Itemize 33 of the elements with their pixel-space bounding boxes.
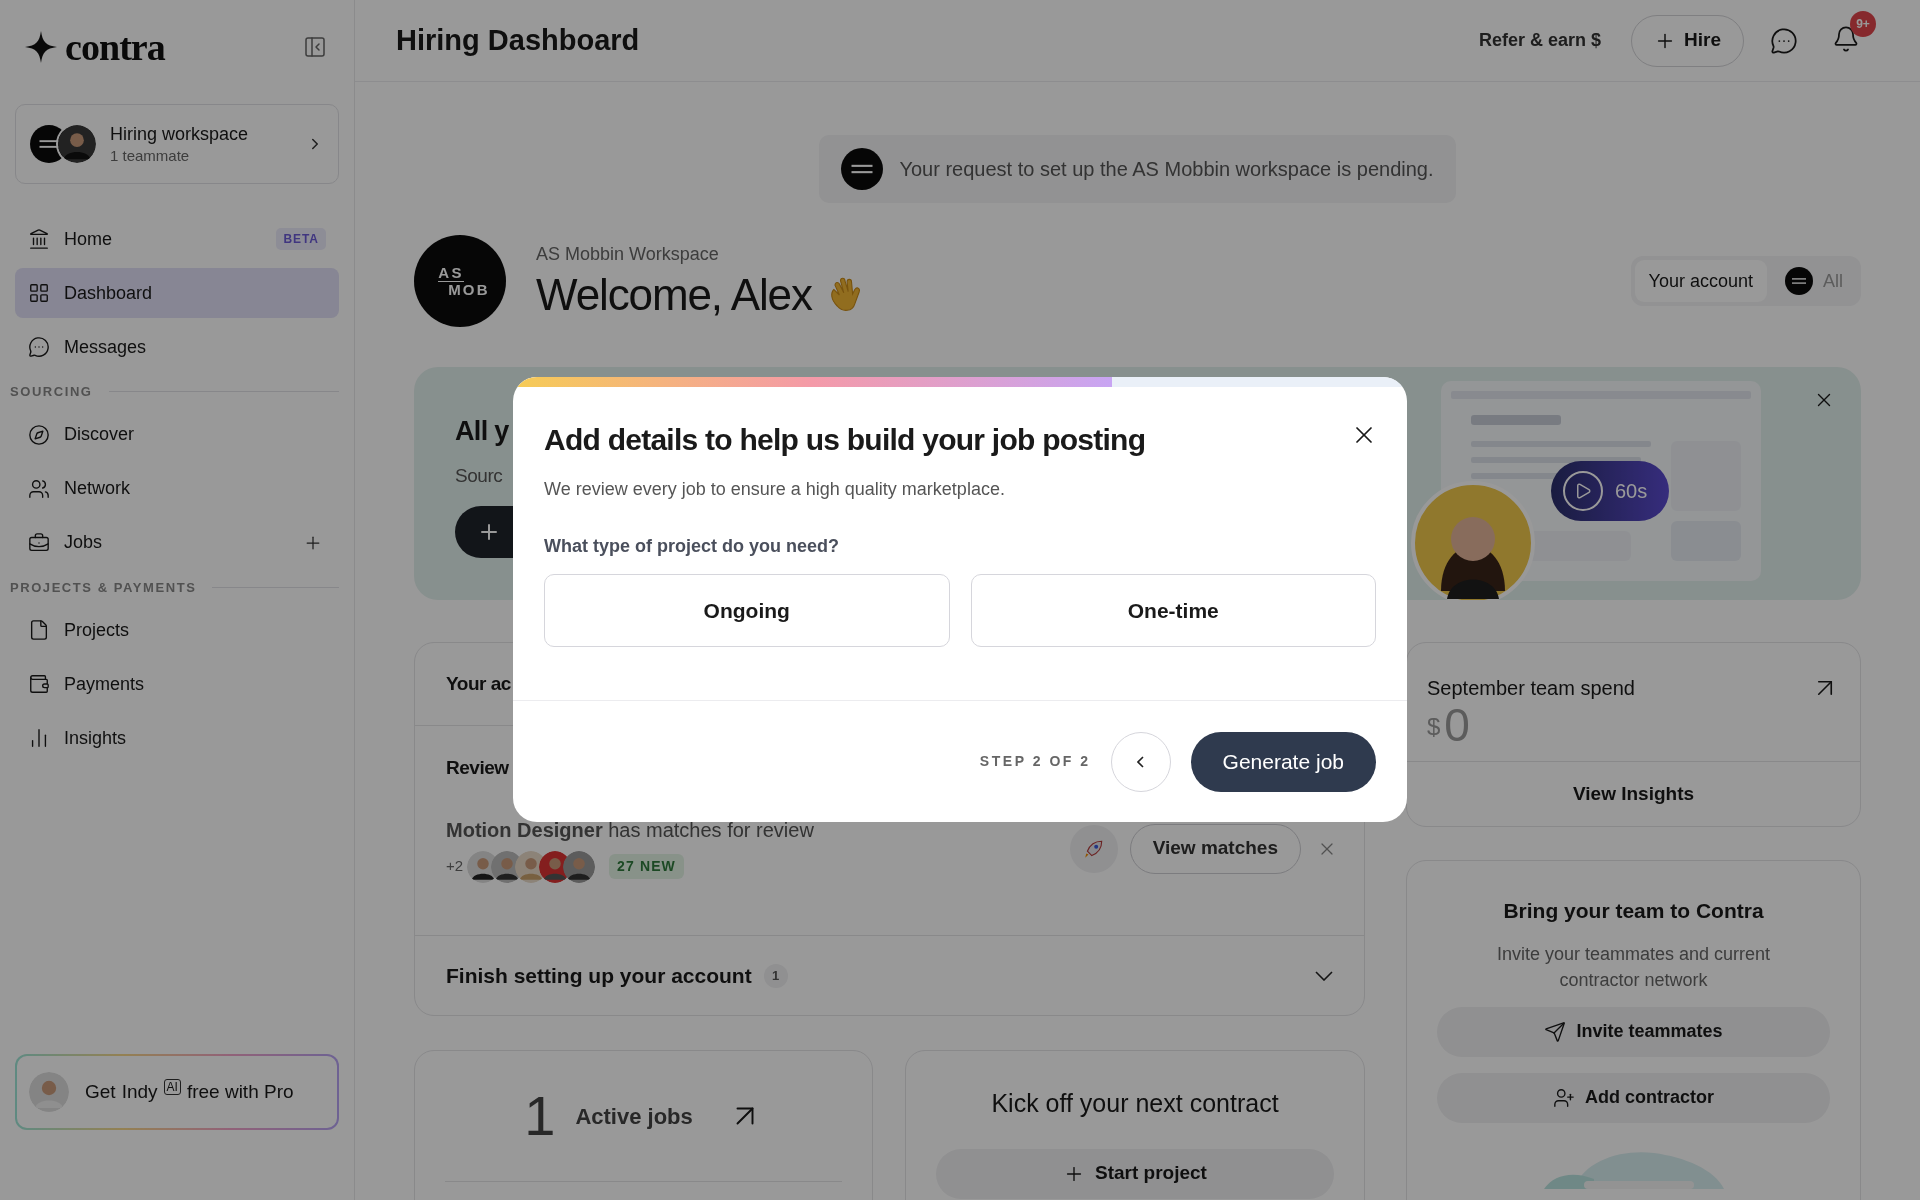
review-heading: Review	[446, 756, 509, 780]
spend-title: September team spend	[1427, 676, 1635, 701]
beta-badge: BETA	[276, 228, 326, 250]
banner-title: All y	[455, 415, 509, 448]
welcome-heading: Welcome, Alex	[536, 268, 812, 321]
page-title: Hiring Dashboard	[396, 22, 640, 58]
workspace-label: AS Mobbin Workspace	[536, 242, 720, 266]
notification-badge: 9+	[1850, 11, 1876, 37]
promo-text: Get Indy AI free with Pro	[85, 1078, 294, 1104]
logo-wordmark: contra	[65, 28, 165, 66]
currency-symbol: $	[1427, 712, 1441, 742]
dialog-subtitle: We review every job to ensure a high quality marketplace.	[544, 478, 1006, 501]
workspace-avatar: AS MOB	[414, 235, 506, 327]
contract-title: Kick off your next contract	[991, 1088, 1279, 1119]
match-text: Motion Designer has matches for review	[446, 817, 814, 843]
section-heading: PROJECTS & PAYMENTS	[10, 578, 197, 597]
step-indicator: STEP 2 OF 2	[979, 752, 1091, 771]
team-title: Bring your team to Contra	[1503, 898, 1764, 924]
section-heading: SOURCING	[10, 383, 93, 401]
dialog-title: Add details to help us build your job posting	[544, 422, 1146, 458]
extra-count: +2	[446, 856, 464, 877]
spend-amount: 0	[1444, 699, 1470, 751]
workspace-members: 1 teammate	[110, 146, 191, 166]
banner-subtitle: Sourc	[455, 463, 503, 488]
count-badge: 1	[763, 963, 788, 988]
active-jobs-count: 1	[524, 1083, 556, 1149]
active-jobs-label: Active jobs	[575, 1102, 693, 1131]
new-badge: 27 NEW	[609, 854, 684, 879]
team-description: Invite your teammates and current contractor network	[1495, 942, 1772, 992]
card-title: Your ac	[446, 671, 511, 696]
workspace-name: Hiring workspace	[110, 123, 250, 146]
question-label: What type of project do you need?	[544, 535, 840, 558]
notice-text: Your request to set up the AS Mobbin workspace is pending.	[899, 157, 1434, 182]
